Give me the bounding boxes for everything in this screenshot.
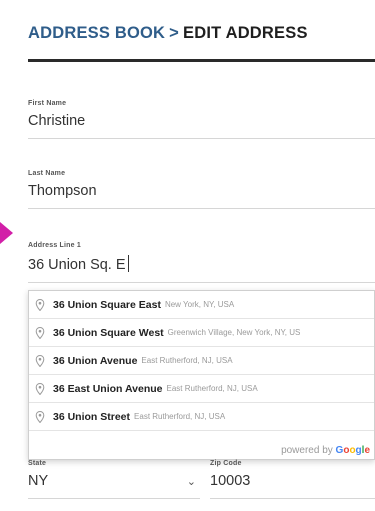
suggestion-secondary-text: East Rutherford, NJ, USA bbox=[141, 356, 233, 365]
suggestion-main-text: 36 Union Street bbox=[53, 410, 131, 423]
first-name-input[interactable]: Christine bbox=[28, 113, 375, 139]
chevron-down-icon: ⌄ bbox=[186, 475, 196, 488]
last-name-label: Last Name bbox=[28, 170, 66, 177]
first-name-label: First Name bbox=[28, 100, 67, 107]
state-label: State bbox=[28, 460, 47, 467]
suggestion-main-text: 36 Union Avenue bbox=[53, 354, 138, 367]
map-pin-icon bbox=[35, 354, 45, 367]
autocomplete-suggestion[interactable]: 36 Union Square East New York, NY, USA bbox=[29, 291, 374, 319]
map-pin-icon bbox=[35, 326, 45, 339]
zip-code-label: Zip Code bbox=[210, 460, 242, 467]
suggestion-main-text: 36 East Union Avenue bbox=[53, 382, 163, 395]
edit-address-page: ADDRESS BOOK > EDIT ADDRESS First Name Chr… bbox=[0, 0, 375, 511]
suggestion-main-text: 36 Union Square East bbox=[53, 298, 161, 311]
state-zip-row: State NY ⌄ Zip Code 10003 bbox=[28, 460, 375, 511]
address-line-1-label: Address Line 1 bbox=[28, 242, 81, 249]
powered-by-google: powered by Google bbox=[281, 445, 370, 456]
address-line-1-input[interactable]: 36 Union Sq. E bbox=[28, 255, 375, 283]
suggestion-secondary-text: East Rutherford, NJ, USA bbox=[166, 384, 258, 393]
suggestion-secondary-text: Greenwich Village, New York, NY, US bbox=[167, 328, 301, 337]
address-line-1-field: Address Line 1 36 Union Sq. E bbox=[28, 242, 375, 283]
autocomplete-suggestion[interactable]: 36 Union Street East Rutherford, NJ, USA bbox=[29, 403, 374, 431]
autocomplete-suggestion[interactable]: 36 Union Square West Greenwich Village, … bbox=[29, 319, 374, 347]
header-divider bbox=[28, 59, 375, 62]
zip-code-input[interactable]: 10003 bbox=[210, 473, 375, 499]
state-value: NY bbox=[28, 473, 49, 489]
text-cursor bbox=[127, 255, 129, 272]
breadcrumb-separator: > bbox=[169, 24, 180, 42]
suggestion-main-text: 36 Union Square West bbox=[53, 326, 164, 339]
autocomplete-suggestion[interactable]: 36 Union Avenue East Rutherford, NJ, USA bbox=[29, 347, 374, 375]
first-name-field: First Name Christine bbox=[28, 100, 375, 139]
arrow-pointer-icon bbox=[0, 222, 13, 244]
address-autocomplete-dropdown: 36 Union Square East New York, NY, USA 3… bbox=[28, 290, 375, 460]
suggestion-secondary-text: New York, NY, USA bbox=[164, 300, 235, 309]
google-logo: Google bbox=[335, 445, 370, 456]
map-pin-icon bbox=[35, 298, 45, 311]
breadcrumb: ADDRESS BOOK > EDIT ADDRESS bbox=[28, 24, 373, 43]
breadcrumb-address-book-link[interactable]: ADDRESS BOOK bbox=[28, 24, 165, 42]
last-name-input[interactable]: Thompson bbox=[28, 183, 375, 209]
map-pin-icon bbox=[35, 410, 45, 423]
autocomplete-suggestion[interactable]: 36 East Union Avenue East Rutherford, NJ… bbox=[29, 375, 374, 403]
zip-code-field: Zip Code 10003 bbox=[210, 460, 375, 499]
last-name-field: Last Name Thompson bbox=[28, 170, 375, 209]
address-line-1-value: 36 Union Sq. E bbox=[28, 257, 126, 273]
map-pin-icon bbox=[35, 382, 45, 395]
state-field: State NY ⌄ bbox=[28, 460, 200, 499]
suggestion-secondary-text: East Rutherford, NJ, USA bbox=[134, 412, 226, 421]
page-title: EDIT ADDRESS bbox=[183, 24, 308, 42]
powered-by-text: powered by bbox=[281, 445, 333, 456]
state-select[interactable]: NY ⌄ bbox=[28, 473, 200, 499]
